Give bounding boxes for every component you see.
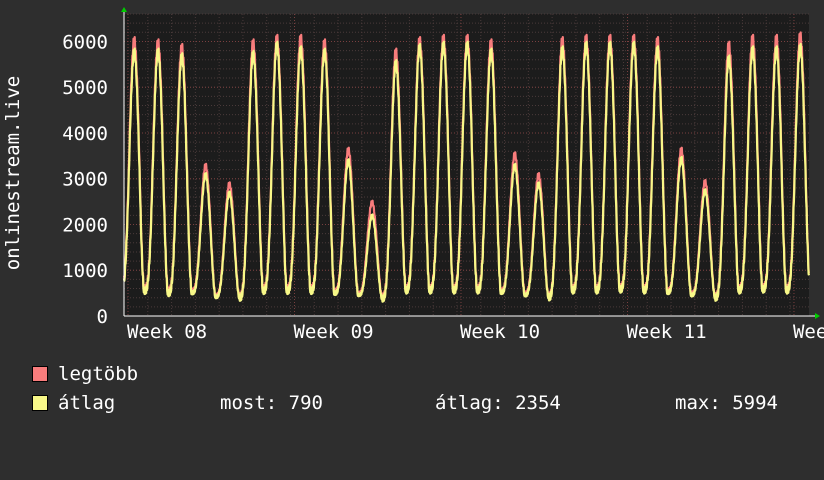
x-tick-label: Week 09 — [293, 321, 373, 343]
y-tick-label: 2000 — [62, 214, 108, 236]
y-tick-label: 0 — [97, 306, 108, 328]
y-tick-labels: 0 1000 2000 3000 4000 5000 6000 — [62, 31, 108, 328]
y-tick-label: 5000 — [62, 77, 108, 99]
y-tick-label: 6000 — [62, 31, 108, 53]
y-tick-label: 1000 — [62, 260, 108, 282]
y-axis-arrow — [121, 7, 127, 12]
y-axis-title: onlinestream.live — [2, 76, 24, 270]
chart: 0 1000 2000 3000 4000 5000 6000 Week 08 Week 09… — [2, 7, 824, 343]
y-tick-label: 3000 — [62, 169, 108, 191]
x-tick-label: Week 1 — [793, 321, 824, 343]
x-tick-label: Week 10 — [460, 321, 540, 343]
x-axis-arrow — [815, 313, 820, 319]
x-tick-label: Week 08 — [127, 321, 207, 343]
x-tick-label: Week 11 — [626, 321, 706, 343]
y-tick-label: 4000 — [62, 123, 108, 145]
x-tick-labels: Week 08 Week 09 Week 10 Week 11 Week 1 — [127, 321, 824, 343]
